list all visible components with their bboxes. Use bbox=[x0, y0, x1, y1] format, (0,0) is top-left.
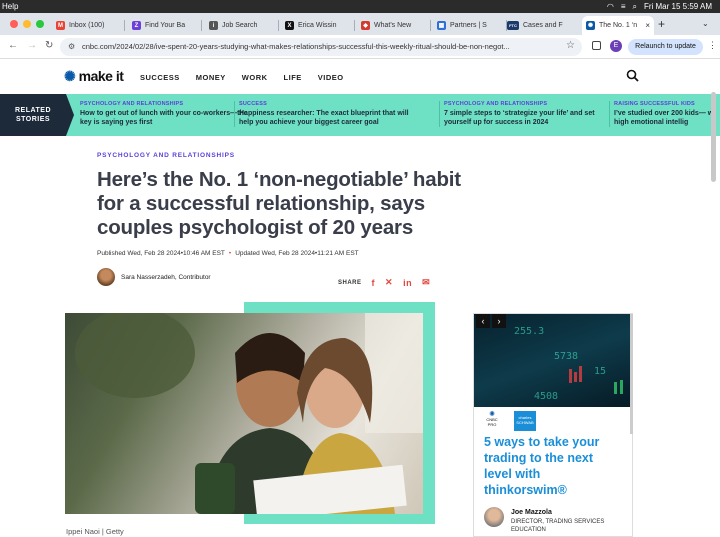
browser-tab-strip: M Inbox (100) Z Find Your Ba i Job Search X… bbox=[0, 13, 720, 35]
cnbc-peacock-icon: ✺ bbox=[64, 68, 76, 84]
wifi-icon[interactable]: ◠ bbox=[607, 0, 614, 13]
updated-date: Updated Wed, Feb 28 2024•11:21 AM EST bbox=[235, 250, 359, 257]
grid-icon: ▦ bbox=[437, 21, 446, 30]
minimize-window-button[interactable] bbox=[23, 20, 31, 28]
tab-partners[interactable]: ▦ Partners | S bbox=[433, 16, 503, 35]
nav-money[interactable]: MONEY bbox=[196, 73, 226, 82]
z-icon: Z bbox=[132, 21, 141, 30]
new-tab-button[interactable]: + bbox=[658, 17, 665, 31]
ad-next-arrow-icon[interactable]: › bbox=[492, 314, 506, 328]
related-stories-badge: RELATED STORIES bbox=[0, 94, 74, 136]
article-title: Here’s the No. 1 ‘non-negotiable’ habit … bbox=[97, 168, 461, 239]
schwab-logo: charles SCHWAB bbox=[514, 411, 536, 431]
email-icon[interactable]: ✉ bbox=[422, 277, 430, 288]
cnbc-pro-logo: ✺ CNBC PRO bbox=[486, 411, 498, 427]
site-info-icon[interactable]: ⚙ bbox=[68, 38, 75, 56]
sponsored-ad[interactable]: 255.3 5738 15 4508 ‹ › ✺ CNBC PRO charles SC… bbox=[473, 313, 633, 537]
article-dates: Published Wed, Feb 28 2024•10:46 AM EST … bbox=[97, 250, 359, 257]
related-story-1[interactable]: PSYCHOLOGY AND RELATIONSHIPS How to get o… bbox=[76, 101, 256, 127]
related-stories-bar: RELATED STORIES PSYCHOLOGY AND RELATIONSH… bbox=[0, 94, 720, 136]
control-center-icon[interactable]: ≡ bbox=[621, 0, 626, 13]
nav-work[interactable]: WORK bbox=[242, 73, 268, 82]
share-label: SHARE bbox=[338, 279, 362, 286]
related-story-3[interactable]: PSYCHOLOGY AND RELATIONSHIPS 7 simple ste… bbox=[439, 101, 604, 127]
tab-erica-wissin[interactable]: X Erica Wissin bbox=[281, 16, 351, 35]
site-search-icon[interactable] bbox=[626, 69, 639, 82]
related-story-2[interactable]: SUCCESS Happiness researcher: The exact b… bbox=[234, 101, 414, 127]
tab-inbox[interactable]: M Inbox (100) bbox=[52, 16, 122, 35]
tab-find-your-ba[interactable]: Z Find Your Ba bbox=[128, 16, 198, 35]
ad-prev-arrow-icon[interactable]: ‹ bbox=[476, 314, 490, 328]
bookmark-star-icon[interactable]: ☆ bbox=[566, 40, 575, 51]
close-window-button[interactable] bbox=[10, 20, 18, 28]
author-avatar[interactable] bbox=[97, 268, 115, 286]
tab-cases-and-f[interactable]: FTC Cases and F bbox=[503, 16, 579, 35]
search-icon[interactable]: ⌕ bbox=[632, 0, 636, 13]
section-nav: SUCCESS MONEY WORK LIFE VIDEO bbox=[140, 73, 344, 82]
page-scrollbar[interactable] bbox=[711, 92, 716, 182]
diamond-icon: ◆ bbox=[361, 21, 370, 30]
indeed-icon: i bbox=[209, 21, 218, 30]
zoom-window-button[interactable] bbox=[36, 20, 44, 28]
svg-text:4508: 4508 bbox=[534, 391, 558, 402]
ad-headline[interactable]: 5 ways to take your trading to the next … bbox=[484, 434, 624, 498]
svg-text:255.3: 255.3 bbox=[514, 326, 544, 337]
gmail-icon: M bbox=[56, 21, 65, 30]
ad-person-name: Joe Mazzola bbox=[511, 509, 552, 516]
ftc-icon: FTC bbox=[507, 21, 519, 30]
relaunch-update-button[interactable]: Relaunch to update bbox=[628, 39, 703, 55]
tab-search-chevron-icon[interactable]: ⌄ bbox=[702, 19, 709, 28]
tab-job-search[interactable]: i Job Search bbox=[205, 16, 275, 35]
tab-whats-new[interactable]: ◆ What's New bbox=[357, 16, 427, 35]
clock[interactable]: Fri Mar 15 5:59 AM bbox=[644, 0, 712, 13]
address-toolbar: ← → ↻ ⚙ cnbc.com/2024/02/28/ive-spent-20… bbox=[0, 35, 720, 59]
chrome-menu-icon[interactable]: ⋮ bbox=[708, 40, 717, 51]
facebook-icon[interactable]: f bbox=[372, 278, 376, 288]
profile-avatar[interactable]: E bbox=[610, 40, 622, 52]
published-date: Published Wed, Feb 28 2024•10:46 AM EST bbox=[97, 250, 225, 257]
tab-active-article[interactable]: ✺ The No. 1 ‘n × bbox=[582, 16, 654, 35]
nav-video[interactable]: VIDEO bbox=[318, 73, 344, 82]
sidebar-icon[interactable] bbox=[592, 41, 601, 50]
article-kicker[interactable]: PSYCHOLOGY AND RELATIONSHIPS bbox=[97, 152, 477, 159]
make-it-logo[interactable]: ✺ make it bbox=[64, 68, 124, 85]
hero-image bbox=[65, 313, 423, 514]
x-icon: X bbox=[285, 21, 294, 30]
author-byline: Sara Nasserzadeh, Contributor bbox=[97, 268, 211, 286]
ad-scrollbar[interactable] bbox=[630, 314, 633, 434]
help-menu[interactable]: Help bbox=[2, 0, 18, 13]
svg-text:15: 15 bbox=[594, 366, 606, 377]
x-twitter-icon[interactable]: ✕ bbox=[385, 277, 393, 288]
cnbc-peacock-icon: ✺ bbox=[586, 21, 595, 30]
ad-person-avatar bbox=[484, 507, 504, 527]
author-name[interactable]: Sara Nasserzadeh, Contributor bbox=[121, 274, 211, 281]
linkedin-icon[interactable]: in bbox=[403, 278, 412, 288]
share-bar: SHARE f ✕ in ✉ bbox=[338, 277, 430, 288]
couple-photo bbox=[75, 313, 423, 514]
url-bar[interactable]: ⚙ cnbc.com/2024/02/28/ive-spent-20-years… bbox=[60, 38, 582, 56]
site-header: ✺ make it SUCCESS MONEY WORK LIFE VIDEO bbox=[0, 60, 720, 94]
reload-icon[interactable]: ↻ bbox=[45, 40, 53, 51]
back-icon[interactable]: ← bbox=[8, 40, 18, 51]
svg-text:5738: 5738 bbox=[554, 351, 578, 362]
close-tab-icon[interactable]: × bbox=[645, 21, 650, 30]
photo-credit: Ippei Naoi | Getty bbox=[66, 527, 124, 536]
mac-menu-bar: Help ◠ ≡ ⌕ Fri Mar 15 5:59 AM bbox=[0, 0, 720, 13]
forward-icon[interactable]: → bbox=[27, 40, 37, 51]
article-header: PSYCHOLOGY AND RELATIONSHIPS Here’s the … bbox=[97, 152, 477, 240]
url-text: cnbc.com/2024/02/28/ive-spent-20-years-s… bbox=[82, 42, 510, 51]
ad-person-role: DIRECTOR, TRADING SERVICES EDUCATION bbox=[511, 519, 605, 533]
related-story-4[interactable]: RAISING SUCCESSFUL KIDS I’ve studied over… bbox=[609, 101, 711, 127]
nav-life[interactable]: LIFE bbox=[284, 73, 302, 82]
nav-success[interactable]: SUCCESS bbox=[140, 73, 180, 82]
ad-market-image: 255.3 5738 15 4508 ‹ › bbox=[474, 314, 632, 407]
